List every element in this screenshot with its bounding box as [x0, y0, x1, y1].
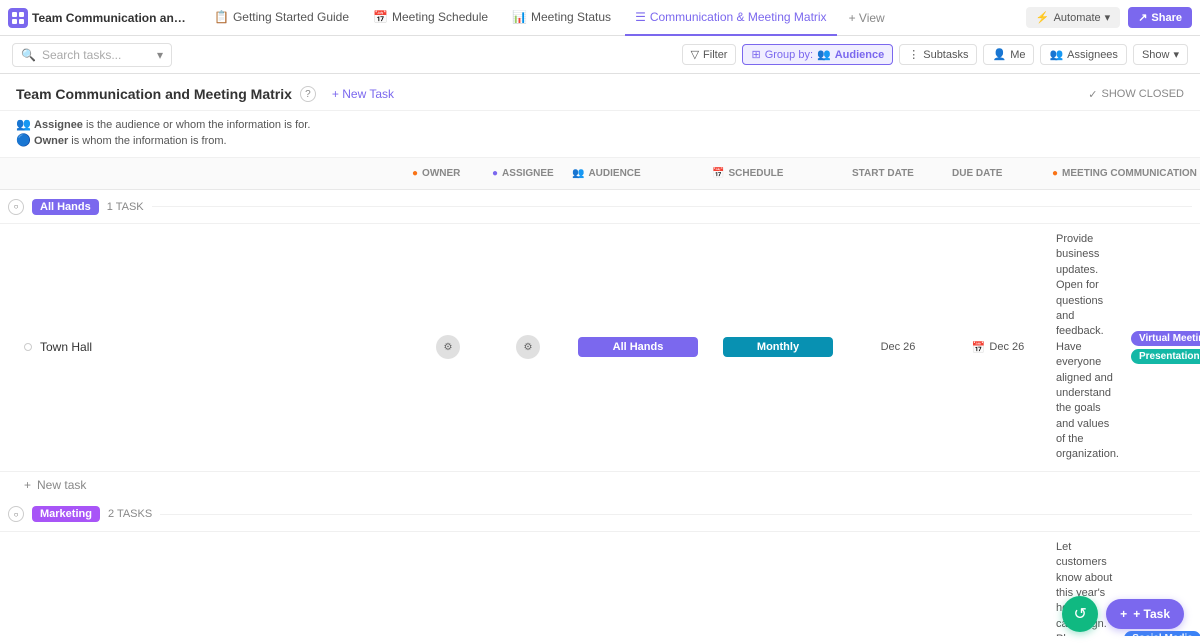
owner-legend-icon: 🔵 — [16, 133, 31, 147]
task-label[interactable]: Town Hall — [40, 340, 92, 354]
group-icon: ⊞ — [751, 48, 760, 61]
automate-button[interactable]: ⚡ Automate ▾ — [1026, 7, 1120, 28]
assignees-icon: 👥 — [1049, 48, 1063, 61]
calendar-icon: 📅 — [972, 341, 986, 354]
col-goals: ● Meeting Communication Goals — [1048, 168, 1200, 179]
page-title: Team Communication and Meeting Matrix — [16, 86, 292, 102]
main-content: ● Owner ● Assignee 👥 Audience 📅 Schedule… — [0, 158, 1200, 636]
tab-icon-communication-matrix: ☰ — [635, 10, 646, 24]
legend-owner: 🔵 Owner is whom the information is from. — [16, 133, 1184, 147]
subtasks-button[interactable]: ⋮ Subtasks — [899, 44, 977, 65]
share-button[interactable]: ↗ Share — [1128, 7, 1192, 28]
assignee-legend-icon: 👥 — [16, 117, 31, 131]
share-icon: ↗ — [1138, 11, 1147, 24]
assignee-cell: ⚙ — [488, 335, 568, 359]
group-marketing[interactable]: ○ Marketing 2 TASKS — [0, 498, 1200, 532]
group-badge-all-hands: All Hands — [32, 199, 99, 215]
group-count-all-hands: 1 TASK — [107, 201, 144, 213]
table-header: ● Owner ● Assignee 👥 Audience 📅 Schedule… — [0, 158, 1200, 190]
schedule-badge: Monthly — [723, 337, 833, 357]
search-chevron: ▾ — [157, 48, 163, 62]
legend: 👥 Assignee is the audience or whom the i… — [0, 111, 1200, 158]
audience-icon: 👥 — [817, 48, 831, 61]
filter-actions: ▽ Filter ⊞ Group by: 👥 Audience ⋮ Subtas… — [682, 44, 1188, 65]
top-bar-actions: ⚡ Automate ▾ ↗ Share — [1026, 7, 1192, 28]
owner-avatar[interactable]: ⚙ — [436, 335, 460, 359]
owner-cell: ⚙ — [408, 335, 488, 359]
legend-assignee: 👥 Assignee is the audience or whom the i… — [16, 117, 1184, 131]
page-header: Team Communication and Meeting Matrix ? … — [0, 74, 1200, 111]
col-assignee: ● Assignee — [488, 168, 568, 179]
tab-icon-meeting-schedule: 📅 — [373, 10, 388, 24]
subtasks-icon: ⋮ — [908, 48, 919, 61]
comm-method-cell: Virtual Meeting Presentation Emails — [1127, 327, 1200, 368]
show-button[interactable]: Show ▾ — [1133, 44, 1188, 65]
new-task-header-button[interactable]: + New Task — [324, 84, 402, 104]
audience-cell: All Hands — [568, 337, 708, 357]
task-name-town-hall: Town Hall — [8, 340, 408, 354]
refresh-icon: ↺ — [1073, 604, 1086, 624]
plus-view-button[interactable]: + View — [841, 11, 893, 25]
app-title: Team Communication and Meeting Ma... — [32, 11, 192, 25]
filter-icon: ▽ — [691, 48, 699, 61]
col-due-date: Due Date — [948, 168, 1048, 179]
collapse-all-hands[interactable]: ○ — [8, 199, 24, 215]
add-task-button[interactable]: + + Task — [1106, 599, 1184, 629]
filter-bar: 🔍 Search tasks... ▾ ▽ Filter ⊞ Group by:… — [0, 36, 1200, 74]
plus-icon: + — [1120, 607, 1127, 621]
table-row: New campaign announcement ⚙ ⚙ Marketing … — [0, 532, 1200, 636]
table-row: Town Hall ⚙ ⚙ All Hands Monthly Dec 26 📅… — [0, 224, 1200, 472]
refresh-button[interactable]: ↺ — [1062, 596, 1098, 632]
me-icon: 👤 — [992, 48, 1006, 61]
bottom-action-bar: ↺ + + Task — [1062, 596, 1184, 632]
start-date-cell: Dec 26 — [848, 341, 948, 353]
group-by-button[interactable]: ⊞ Group by: 👥 Audience — [742, 44, 893, 65]
tab-meeting-schedule[interactable]: 📅 Meeting Schedule — [363, 0, 498, 36]
group-all-hands[interactable]: ○ All Hands 1 TASK — [0, 190, 1200, 224]
group-count-marketing: 2 TASKS — [108, 508, 152, 520]
search-box[interactable]: 🔍 Search tasks... ▾ — [12, 43, 172, 67]
show-chevron: ▾ — [1173, 48, 1179, 61]
tab-meeting-status[interactable]: 📊 Meeting Status — [502, 0, 621, 36]
tab-icon-meeting-status: 📊 — [512, 10, 527, 24]
top-bar: Team Communication and Meeting Ma... 📋 G… — [0, 0, 1200, 36]
new-task-all-hands[interactable]: + New task — [0, 472, 1200, 498]
automate-chevron: ▾ — [1105, 11, 1111, 24]
me-button[interactable]: 👤 Me — [983, 44, 1034, 65]
audience-badge: All Hands — [578, 337, 698, 357]
filter-button[interactable]: ▽ Filter — [682, 44, 737, 65]
group-divider-all-hands — [152, 206, 1192, 207]
group-badge-marketing: Marketing — [32, 506, 100, 522]
assignee-avatar[interactable]: ⚙ — [516, 335, 540, 359]
collapse-marketing[interactable]: ○ — [8, 506, 24, 522]
app-icon — [8, 8, 28, 28]
search-icon: 🔍 — [21, 48, 36, 62]
comm-badge: Virtual Meeting — [1131, 331, 1200, 346]
tab-communication-matrix[interactable]: ☰ Communication & Meeting Matrix — [625, 0, 837, 36]
group-divider-marketing — [160, 514, 1192, 515]
tab-icon-getting-started: 📋 — [214, 10, 229, 24]
comm-badge: Presentation — [1131, 349, 1200, 364]
col-audience: 👥 Audience — [568, 168, 708, 179]
goals-cell: Provide business updates. Open for quest… — [1048, 228, 1127, 467]
plus-icon: + — [24, 478, 31, 492]
col-owner: ● Owner — [408, 168, 488, 179]
col-start-date: Start Date — [848, 168, 948, 179]
checkmark-icon: ✓ — [1088, 88, 1097, 101]
help-icon[interactable]: ? — [300, 86, 316, 102]
automate-icon: ⚡ — [1036, 11, 1050, 24]
assignees-button[interactable]: 👥 Assignees — [1040, 44, 1126, 65]
due-date-cell: 📅 Dec 26 — [948, 341, 1048, 354]
tab-getting-started[interactable]: 📋 Getting Started Guide — [204, 0, 359, 36]
task-bullet — [24, 343, 32, 351]
schedule-cell: Monthly — [708, 337, 848, 357]
show-closed-button[interactable]: ✓ SHOW CLOSED — [1088, 88, 1184, 101]
col-schedule: 📅 Schedule — [708, 168, 848, 179]
